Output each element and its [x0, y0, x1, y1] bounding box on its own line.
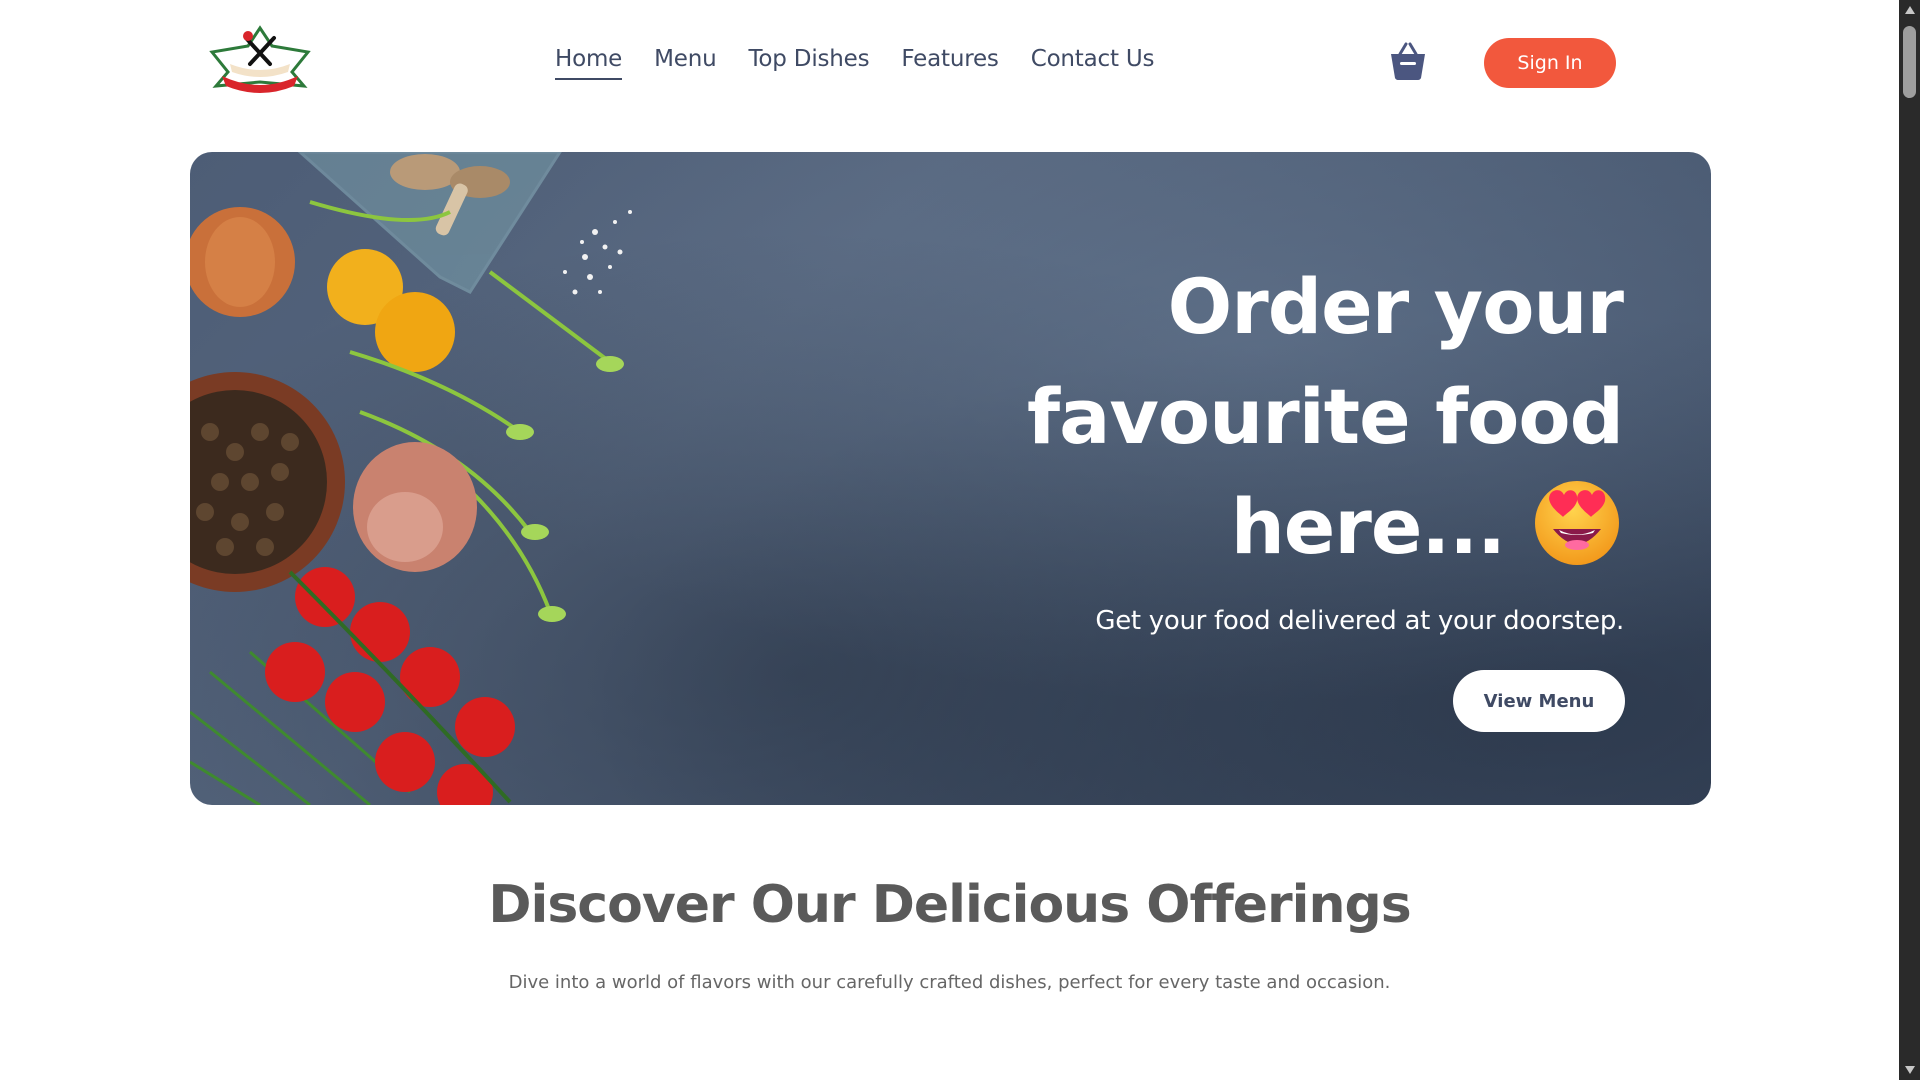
sign-in-button[interactable]: Sign In	[1484, 38, 1616, 88]
nav-link-features[interactable]: Features	[901, 46, 998, 80]
nav-link-home[interactable]: Home	[555, 46, 622, 80]
view-menu-button[interactable]: View Menu	[1453, 670, 1625, 732]
scrollbar-thumb[interactable]	[1903, 26, 1916, 98]
restaurant-logo[interactable]	[208, 24, 312, 100]
scroll-up-arrow-icon[interactable]	[1905, 6, 1915, 14]
hero-banner: Order your favourite food here... Get yo…	[190, 152, 1711, 805]
scroll-down-arrow-icon[interactable]	[1905, 1066, 1915, 1074]
offerings-title: Discover Our Delicious Offerings	[488, 875, 1411, 935]
hero-title: Order your favourite food here...	[923, 252, 1624, 582]
hero-subtitle: Get your food delivered at your doorstep…	[1095, 606, 1624, 636]
nav-link-menu[interactable]: Menu	[654, 46, 717, 80]
vegetables-image	[190, 152, 632, 805]
main-nav: Home Menu Top Dishes Features Contact Us	[555, 46, 1155, 80]
page-scrollbar[interactable]	[1899, 0, 1920, 1080]
nav-link-contact-us[interactable]: Contact Us	[1031, 46, 1155, 80]
navbar: Home Menu Top Dishes Features Contact Us…	[0, 0, 1899, 130]
nav-link-top-dishes[interactable]: Top Dishes	[748, 46, 869, 80]
shopping-basket-icon[interactable]	[1388, 40, 1428, 82]
heart-eyes-emoji-icon	[1531, 475, 1623, 567]
offerings-subtitle: Dive into a world of flavors with our ca…	[508, 972, 1391, 993]
